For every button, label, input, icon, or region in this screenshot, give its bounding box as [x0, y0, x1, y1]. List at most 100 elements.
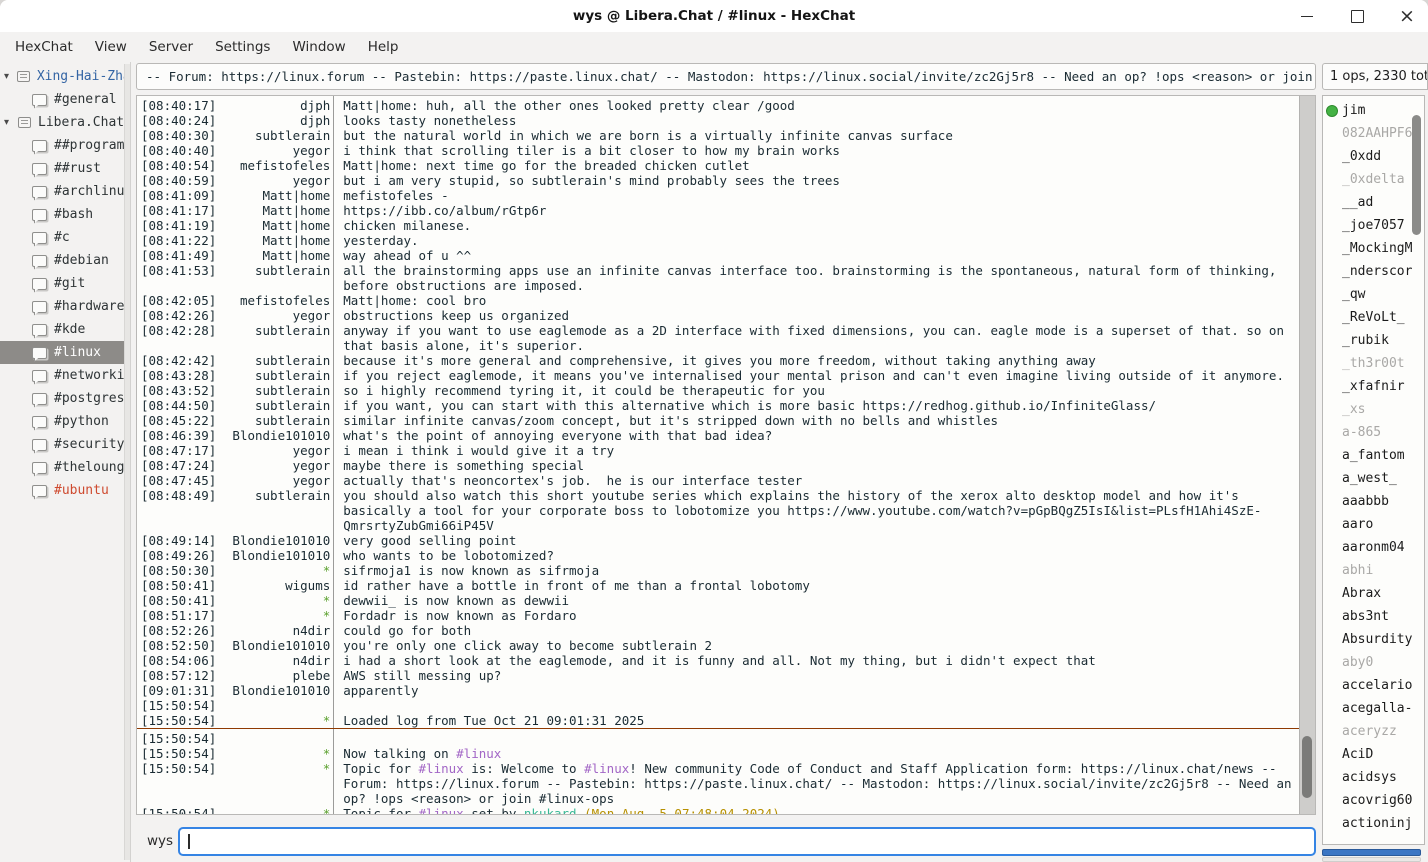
menu-view[interactable]: View	[84, 35, 138, 59]
user-jim[interactable]: jim	[1323, 99, 1424, 122]
user-name: _ReVoLt_	[1342, 310, 1405, 325]
tree-channel-networking[interactable]: #networking	[0, 364, 130, 387]
chat-area: [08:40:17]djphMatt|home: huh, all the ot…	[136, 95, 1316, 815]
timestamp: [08:50:41]	[137, 593, 216, 608]
tree-label: Xing-Hai-Zhan	[37, 69, 130, 84]
user-aaabbb[interactable]: aaabbb	[1323, 490, 1424, 513]
server-tree: ▾ Xing-Hai-Zhan #general ▾ Libera.Chat ##prog…	[0, 62, 131, 862]
user-0xdd[interactable]: _0xdd	[1323, 145, 1424, 168]
tree-channel-security[interactable]: #security	[0, 433, 130, 456]
user-name: _MockingM	[1342, 241, 1412, 256]
user-xs[interactable]: _xs	[1323, 398, 1424, 421]
chat-scrollbar[interactable]	[1299, 96, 1315, 814]
expander-icon[interactable]: ▾	[4, 71, 17, 82]
tree-server-xing-hai-zhan[interactable]: ▾ Xing-Hai-Zhan	[0, 65, 130, 88]
nick: subtlerain	[216, 353, 330, 368]
message-input[interactable]	[178, 827, 1316, 856]
user-ad[interactable]: __ad	[1323, 191, 1424, 214]
tree-channel-kde[interactable]: #kde	[0, 318, 130, 341]
user-xfafnir[interactable]: _xfafnir	[1323, 375, 1424, 398]
tree-channel-bash[interactable]: #bash	[0, 203, 130, 226]
tree-channel-linux[interactable]: #linux	[0, 341, 130, 364]
menu-server[interactable]: Server	[138, 35, 204, 59]
user-0xdelta[interactable]: _0xdelta	[1323, 168, 1424, 191]
minimize-button[interactable]	[1296, 5, 1318, 27]
chat-message-row: [08:41:22]Matt|homeyesterday.	[137, 233, 1299, 248]
user-name: __ad	[1342, 195, 1373, 210]
tree-channel-thelounge[interactable]: #thelounge	[0, 456, 130, 479]
channel-icon	[32, 324, 47, 336]
user-abrax[interactable]: Abrax	[1323, 582, 1424, 605]
timestamp: [08:47:17]	[137, 443, 216, 458]
tree-channel-rust[interactable]: ##rust	[0, 157, 130, 180]
user-acovrig60[interactable]: acovrig60	[1323, 789, 1424, 812]
tree-channel-archlinux[interactable]: #archlinux	[0, 180, 130, 203]
menu-hexchat[interactable]: HexChat	[4, 35, 84, 59]
user-aceryzz[interactable]: aceryzz	[1323, 720, 1424, 743]
nick: Matt|home	[216, 203, 330, 218]
user-th3r00t[interactable]: _th3r00t	[1323, 352, 1424, 375]
user-a-865[interactable]: a-865	[1323, 421, 1424, 444]
tree-channel-python[interactable]: #python	[0, 410, 130, 433]
own-nick-label[interactable]: wys	[147, 833, 173, 849]
user-a-fantom[interactable]: a_fantom	[1323, 444, 1424, 467]
tree-scrollbar[interactable]	[124, 64, 130, 860]
tree-channel-debian[interactable]: #debian	[0, 249, 130, 272]
tree-channel-c[interactable]: #c	[0, 226, 130, 249]
user-abs3nt[interactable]: abs3nt	[1323, 605, 1424, 628]
chat-message-row: [08:40:40]yegori think that scrolling ti…	[137, 143, 1299, 158]
chat-message-row: [08:47:24]yegormaybe there is something …	[137, 458, 1299, 473]
menu-settings[interactable]: Settings	[204, 35, 281, 59]
close-button[interactable]: ×	[1396, 5, 1418, 27]
user-name: jim	[1342, 103, 1365, 118]
tree-channel-programming[interactable]: ##programming	[0, 134, 130, 157]
user-aaronm04[interactable]: aaronm04	[1323, 536, 1424, 559]
topic-bar[interactable]: -- Forum: https://linux.forum -- Pastebi…	[136, 63, 1316, 90]
user-aaro[interactable]: aaro	[1323, 513, 1424, 536]
user-abhi[interactable]: abhi	[1323, 559, 1424, 582]
chat-message-row: [08:50:30]*sifrmoja1 is now known as sif…	[137, 563, 1299, 578]
user-accelario[interactable]: accelario	[1323, 674, 1424, 697]
user-name: abs3nt	[1342, 609, 1389, 624]
tree-channel-postgresql[interactable]: #postgresql	[0, 387, 130, 410]
user-qw[interactable]: _qw	[1323, 283, 1424, 306]
userlist-scrollbar-thumb[interactable]	[1412, 115, 1421, 235]
user-rubik[interactable]: _rubik	[1323, 329, 1424, 352]
user-joe7057[interactable]: _joe7057	[1323, 214, 1424, 237]
user-name: _qw	[1342, 287, 1365, 302]
menu-window[interactable]: Window	[281, 35, 356, 59]
tree-channel-ubuntu[interactable]: #ubuntu	[0, 479, 130, 502]
tree-channel-git[interactable]: #git	[0, 272, 130, 295]
user-acidsys[interactable]: acidsys	[1323, 766, 1424, 789]
user-actioninj[interactable]: actioninj	[1323, 812, 1424, 835]
user-absurdity[interactable]: Absurdity	[1323, 628, 1424, 651]
tree-channel-general[interactable]: #general	[0, 88, 130, 111]
user-revolt[interactable]: _ReVoLt_	[1323, 306, 1424, 329]
timestamp: [08:57:12]	[137, 668, 216, 683]
user-nderscor[interactable]: _nderscor	[1323, 260, 1424, 283]
chat-scrollbar-thumb[interactable]	[1302, 736, 1312, 798]
tree-server-libera-chat[interactable]: ▾ Libera.Chat	[0, 111, 130, 134]
message-text: very good selling point	[343, 533, 1299, 548]
message-text: if you want, you can start with this alt…	[343, 398, 1299, 413]
user-name: aby0	[1342, 655, 1373, 670]
user-a-west[interactable]: a_west_	[1323, 467, 1424, 490]
timestamp: [08:51:17]	[137, 608, 216, 623]
user-082aahpf6[interactable]: 082AAHPF6	[1323, 122, 1424, 145]
user-mockingm[interactable]: _MockingM	[1323, 237, 1424, 260]
timestamp: [08:49:14]	[137, 533, 216, 548]
user-acid[interactable]: AciD	[1323, 743, 1424, 766]
maximize-button[interactable]	[1346, 5, 1368, 27]
chat-message-row: [08:40:17]djphMatt|home: huh, all the ot…	[137, 98, 1299, 113]
message-text: anyway if you want to use eaglemode as a…	[343, 323, 1299, 353]
user-acegalla[interactable]: acegalla-	[1323, 697, 1424, 720]
user-aby0[interactable]: aby0	[1323, 651, 1424, 674]
message-text: Matt|home: next time go for the breaded …	[343, 158, 1299, 173]
expander-icon[interactable]: ▾	[4, 117, 18, 128]
title-bar[interactable]: wys @ Libera.Chat / #linux - HexChat ×	[0, 0, 1428, 32]
tree-channel-hardware[interactable]: #hardware	[0, 295, 130, 318]
menu-help[interactable]: Help	[357, 35, 410, 59]
throttle-meter	[1322, 857, 1421, 862]
tree-label: Libera.Chat	[38, 115, 124, 130]
nick	[216, 698, 330, 713]
